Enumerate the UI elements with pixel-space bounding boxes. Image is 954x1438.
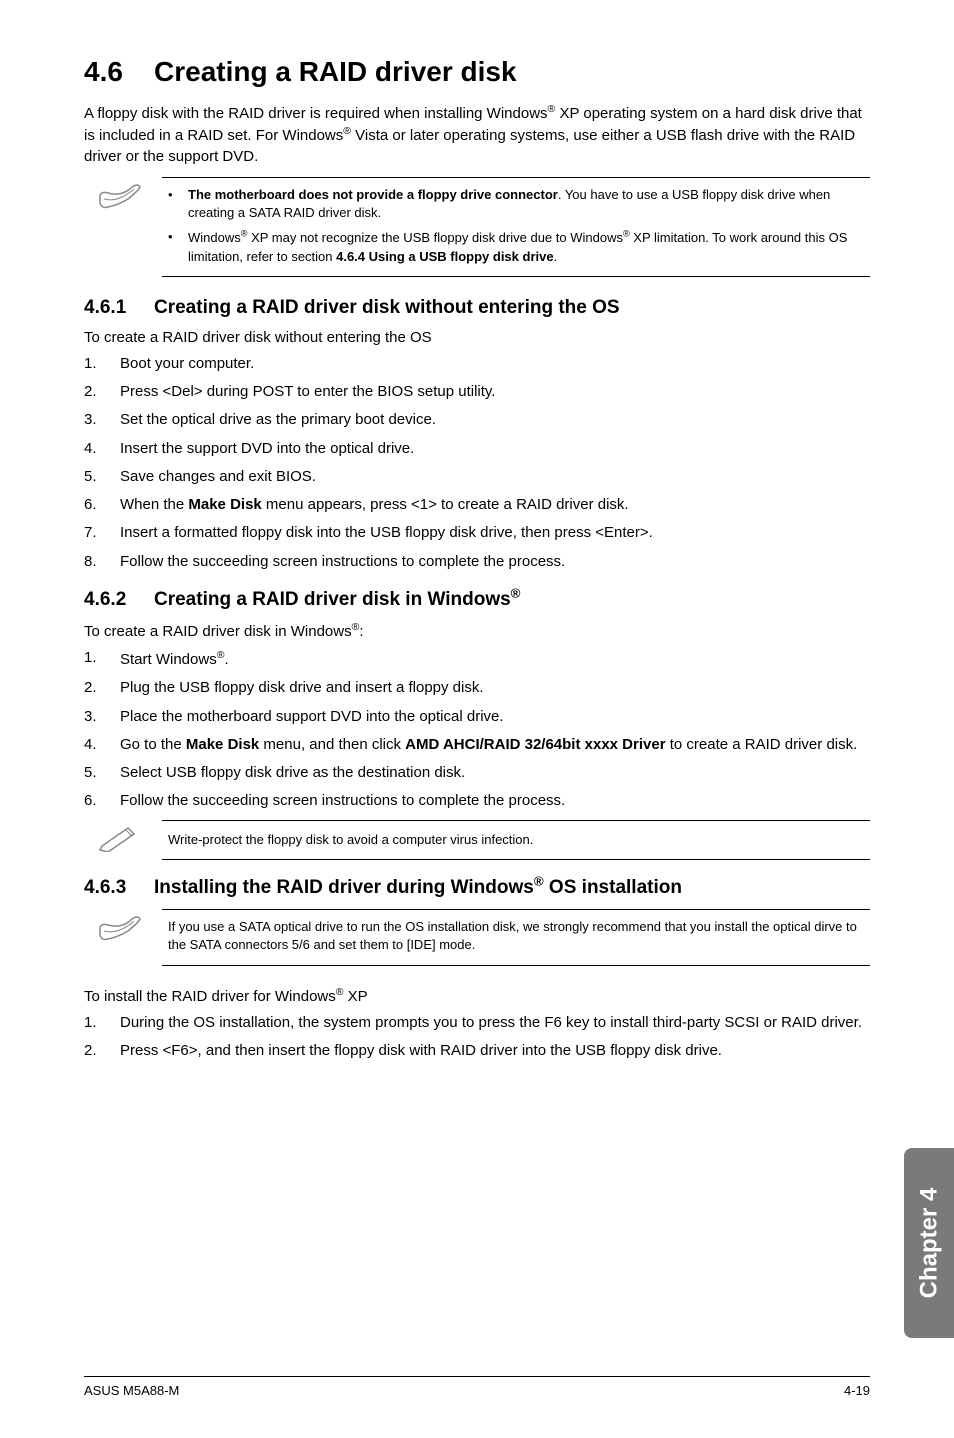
footer-left: ASUS M5A88-M (84, 1383, 179, 1398)
step-text: Insert a formatted floppy disk into the … (120, 523, 870, 543)
step-list: 1.During the OS installation, the system… (84, 1013, 870, 1062)
tip-block: Write-protect the floppy disk to avoid a… (84, 820, 870, 860)
subsection-title: Creating a RAID driver disk in Windows® (154, 589, 520, 610)
subsection-title: Installing the RAID driver during Window… (154, 877, 682, 898)
step-number: 5. (84, 763, 120, 783)
bullet-dot: • (168, 228, 188, 266)
step-text: Place the motherboard support DVD into t… (120, 707, 870, 727)
note-bullet-text: Windows® XP may not recognize the USB fl… (188, 228, 862, 266)
step-text: Start Windows®. (120, 648, 870, 670)
subsection-heading: 4.6.1Creating a RAID driver disk without… (84, 297, 870, 319)
note-content: • The motherboard does not provide a flo… (162, 177, 870, 277)
subsection-intro: To install the RAID driver for Windows® … (84, 986, 870, 1005)
subsection-number: 4.6.1 (84, 297, 154, 319)
step-number: 6. (84, 495, 120, 515)
step-number: 1. (84, 648, 120, 670)
step-list: 1.Start Windows®. 2.Plug the USB floppy … (84, 648, 870, 812)
tip-content: Write-protect the floppy disk to avoid a… (162, 820, 870, 860)
subsection-intro: To create a RAID driver disk in Windows®… (84, 621, 870, 640)
section-number: 4.6 (84, 56, 154, 88)
section-heading: 4.6Creating a RAID driver disk (84, 56, 870, 88)
subsection-heading: 4.6.3Installing the RAID driver during W… (84, 874, 870, 899)
step-number: 2. (84, 382, 120, 402)
note-block: If you use a SATA optical drive to run t… (84, 909, 870, 965)
step-number: 4. (84, 735, 120, 755)
step-list: 1.Boot your computer. 2.Press <Del> duri… (84, 354, 870, 572)
intro-paragraph: A floppy disk with the RAID driver is re… (84, 102, 870, 167)
step-number: 6. (84, 791, 120, 811)
step-number: 3. (84, 707, 120, 727)
note-block: • The motherboard does not provide a flo… (84, 177, 870, 277)
chapter-tab-label: Chapter 4 (915, 1188, 943, 1299)
step-text: Go to the Make Disk menu, and then click… (120, 735, 870, 755)
step-text: Boot your computer. (120, 354, 870, 374)
subsection-title: Creating a RAID driver disk without ente… (154, 297, 620, 318)
step-text: When the Make Disk menu appears, press <… (120, 495, 870, 515)
step-number: 8. (84, 552, 120, 572)
note-icon (92, 177, 162, 220)
step-text: Save changes and exit BIOS. (120, 467, 870, 487)
step-number: 5. (84, 467, 120, 487)
step-text: Press <F6>, and then insert the floppy d… (120, 1041, 870, 1061)
page-footer: ASUS M5A88-M 4-19 (84, 1376, 870, 1398)
step-number: 4. (84, 439, 120, 459)
pencil-icon (92, 820, 162, 857)
step-number: 1. (84, 354, 120, 374)
step-number: 2. (84, 1041, 120, 1061)
step-text: Press <Del> during POST to enter the BIO… (120, 382, 870, 402)
note-icon (92, 909, 162, 952)
step-text: Set the optical drive as the primary boo… (120, 410, 870, 430)
step-number: 3. (84, 410, 120, 430)
step-number: 1. (84, 1013, 120, 1033)
step-text: Follow the succeeding screen instruction… (120, 552, 870, 572)
step-text: Plug the USB floppy disk drive and inser… (120, 678, 870, 698)
step-text: Insert the support DVD into the optical … (120, 439, 870, 459)
step-text: During the OS installation, the system p… (120, 1013, 870, 1033)
subsection-number: 4.6.3 (84, 877, 154, 899)
section-title: Creating a RAID driver disk (154, 56, 517, 87)
subsection-heading: 4.6.2Creating a RAID driver disk in Wind… (84, 586, 870, 611)
bullet-dot: • (168, 186, 188, 222)
step-text: Select USB floppy disk drive as the dest… (120, 763, 870, 783)
footer-right: 4-19 (844, 1383, 870, 1398)
step-number: 2. (84, 678, 120, 698)
subsection-intro: To create a RAID driver disk without ent… (84, 329, 870, 346)
step-text: Follow the succeeding screen instruction… (120, 791, 870, 811)
subsection-number: 4.6.2 (84, 589, 154, 611)
chapter-tab: Chapter 4 (904, 1148, 954, 1338)
step-number: 7. (84, 523, 120, 543)
note-bullet-text: The motherboard does not provide a flopp… (188, 186, 862, 222)
note-content: If you use a SATA optical drive to run t… (162, 909, 870, 965)
